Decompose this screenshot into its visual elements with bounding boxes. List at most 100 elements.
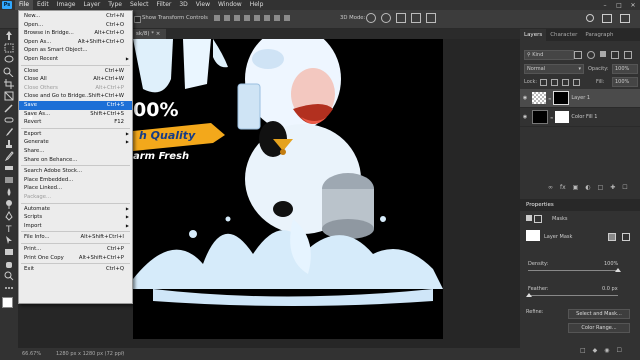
scale-3d-icon[interactable]	[426, 13, 436, 23]
gradient-tool-icon[interactable]	[3, 175, 15, 185]
menu-select[interactable]: Select	[126, 0, 153, 10]
menu-item-share-on-behance[interactable]: Share on Behance...	[19, 156, 132, 165]
density-slider-handle[interactable]	[615, 268, 621, 272]
feather-slider[interactable]	[528, 295, 618, 296]
more-tools-icon[interactable]	[3, 283, 15, 293]
minimize-icon[interactable]: –	[598, 2, 612, 9]
opacity-field[interactable]: 100%	[612, 64, 638, 74]
menu-item-import[interactable]: Import ▶	[19, 222, 132, 231]
menu-item-share[interactable]: Share...	[19, 147, 132, 156]
zoom-level[interactable]: 66.67%	[22, 351, 41, 357]
layer-row[interactable]: ◉ ∞ Color Fill 1	[520, 108, 640, 127]
link-layers-icon[interactable]: ∞	[548, 184, 553, 191]
new-group-icon[interactable]: □	[598, 184, 604, 191]
hand-tool-icon[interactable]	[3, 259, 15, 269]
feather-value[interactable]: 0.0 px	[602, 286, 618, 292]
menu-item-open-recent[interactable]: Open Recent ▶	[19, 55, 132, 64]
menu-item-search-adobe-stock[interactable]: Search Adobe Stock...	[19, 167, 132, 176]
menu-item-scripts[interactable]: Scripts ▶	[19, 213, 132, 222]
layer-mask-thumbnail[interactable]	[555, 111, 570, 123]
density-slider[interactable]	[528, 270, 618, 271]
menu-item-browse-in-bridge[interactable]: Browse in Bridge... Alt+Ctrl+O	[19, 29, 132, 38]
pen-tool-icon[interactable]	[3, 211, 15, 221]
delete-mask-icon[interactable]: ☐	[617, 347, 622, 354]
show-transform-checkbox[interactable]	[134, 16, 141, 23]
menu-item-close-all[interactable]: Close All Alt+Ctrl+W	[19, 75, 132, 84]
layer-name[interactable]: Layer 1	[571, 95, 590, 101]
menu-item-save[interactable]: Save Ctrl+S	[19, 101, 132, 110]
slide-3d-icon[interactable]	[411, 13, 421, 23]
crop-tool-icon[interactable]	[3, 79, 15, 89]
dodge-tool-icon[interactable]	[3, 199, 15, 209]
path-select-tool-icon[interactable]	[3, 235, 15, 245]
stamp-tool-icon[interactable]	[3, 139, 15, 149]
visibility-eye-icon[interactable]: ◉	[520, 114, 530, 120]
menu-item-close[interactable]: Close Ctrl+W	[19, 67, 132, 76]
mask-action-icons[interactable]	[608, 233, 630, 241]
select-and-mask-button[interactable]: Select and Mask...	[568, 309, 630, 319]
kind-filter[interactable]: ⚲ Kind	[524, 50, 574, 60]
share-icon[interactable]	[620, 14, 630, 23]
menu-item-revert[interactable]: Revert F12	[19, 118, 132, 127]
status-arrow-icon[interactable]: ›	[122, 350, 124, 356]
menu-item-new[interactable]: New... Ctrl+N	[19, 12, 132, 21]
lasso-tool-icon[interactable]	[3, 55, 15, 65]
menu-layer[interactable]: Layer	[79, 0, 104, 10]
quick-select-tool-icon[interactable]	[3, 67, 15, 77]
menu-item-print[interactable]: Print... Ctrl+P	[19, 245, 132, 254]
align-icons[interactable]	[214, 15, 306, 22]
menu-item-file-info[interactable]: File Info... Alt+Shift+Ctrl+I	[19, 233, 132, 242]
menu-item-place-linked[interactable]: Place Linked...	[19, 184, 132, 193]
menu-item-print-one-copy[interactable]: Print One Copy Alt+Shift+Ctrl+P	[19, 254, 132, 263]
brush-tool-icon[interactable]	[3, 127, 15, 137]
visibility-eye-icon[interactable]: ◉	[604, 347, 609, 354]
search-icon[interactable]	[586, 14, 594, 22]
menu-item-open-as[interactable]: Open As... Alt+Shift+Ctrl+O	[19, 38, 132, 47]
menu-item-open[interactable]: Open... Ctrl+O	[19, 21, 132, 30]
menu-item-save-as[interactable]: Save As... Shift+Ctrl+S	[19, 110, 132, 119]
close-tab-icon[interactable]: ×	[156, 31, 161, 37]
menu-item-exit[interactable]: Exit Ctrl+Q	[19, 265, 132, 274]
feather-slider-handle[interactable]	[526, 293, 532, 297]
tab-paragraph[interactable]: Paragraph	[581, 29, 617, 41]
tab-layers[interactable]: Layers	[520, 29, 547, 41]
pan-3d-icon[interactable]	[396, 13, 406, 23]
color-swatches[interactable]	[2, 297, 17, 312]
menu-view[interactable]: View	[192, 0, 214, 10]
3d-mode-icons[interactable]	[366, 13, 436, 23]
rotate-3d-icon[interactable]	[366, 13, 376, 23]
eraser-tool-icon[interactable]	[3, 163, 15, 173]
menu-image[interactable]: Image	[53, 0, 80, 10]
menu-edit[interactable]: Edit	[33, 0, 53, 10]
blend-mode-select[interactable]: Normal ▾	[524, 64, 584, 74]
menu-window[interactable]: Window	[214, 0, 246, 10]
new-layer-icon[interactable]: ✚	[610, 184, 615, 191]
menu-item-automate[interactable]: Automate ▶	[19, 205, 132, 214]
close-icon[interactable]: ✕	[626, 2, 640, 9]
menu-help[interactable]: Help	[246, 0, 268, 10]
add-mask-icon[interactable]: ▣	[573, 184, 579, 191]
apply-mask-icon[interactable]: ◆	[593, 347, 598, 354]
color-range-button[interactable]: Color Range...	[568, 323, 630, 333]
rectangle-tool-icon[interactable]	[3, 247, 15, 257]
history-brush-tool-icon[interactable]	[3, 151, 15, 161]
eyedropper-tool-icon[interactable]	[3, 103, 15, 113]
document-tab[interactable]: sk/8) * ×	[130, 29, 167, 39]
menu-item-open-as-smart-object[interactable]: Open as Smart Object...	[19, 46, 132, 55]
layer-name[interactable]: Color Fill 1	[571, 114, 597, 120]
type-tool-icon[interactable]: T	[3, 223, 15, 233]
maximize-icon[interactable]: □	[612, 2, 626, 9]
menu-3d[interactable]: 3D	[175, 0, 191, 10]
roll-3d-icon[interactable]	[381, 13, 391, 23]
menu-filter[interactable]: Filter	[153, 0, 176, 10]
mask-load-icon[interactable]: □	[580, 347, 586, 354]
blur-tool-icon[interactable]	[3, 187, 15, 197]
menu-item-place-embedded[interactable]: Place Embedded...	[19, 176, 132, 185]
zoom-tool-icon[interactable]	[3, 271, 15, 281]
frame-tool-icon[interactable]	[3, 91, 15, 101]
layer-mask-thumbnail[interactable]	[553, 91, 570, 105]
fx-icon[interactable]: fx	[560, 184, 566, 191]
menu-item-generate[interactable]: Generate ▶	[19, 138, 132, 147]
menu-item-close-and-go-to-bridge[interactable]: Close and Go to Bridge... Shift+Ctrl+W	[19, 92, 132, 101]
fill-field[interactable]: 100%	[612, 77, 638, 87]
